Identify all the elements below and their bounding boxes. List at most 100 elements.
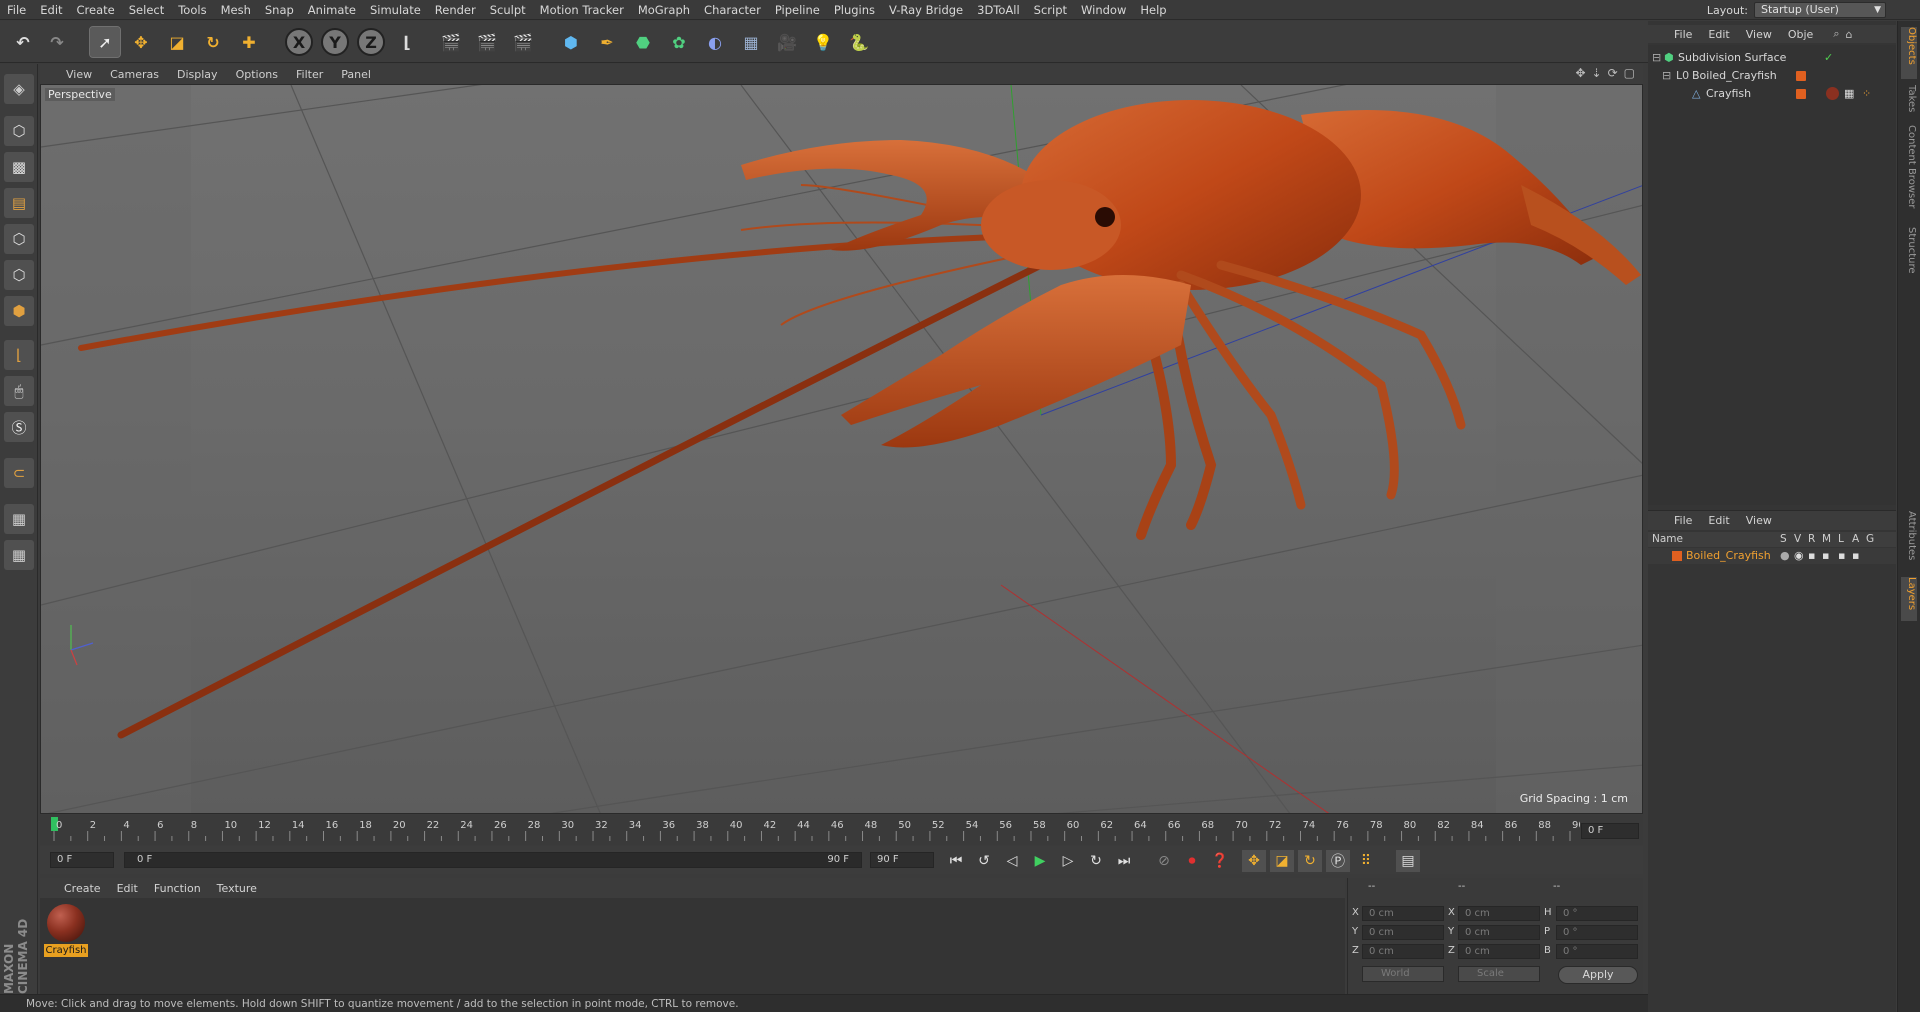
tab-layers[interactable]: Layers [1901,577,1917,621]
pos-x-field[interactable]: 0 cm [1362,906,1444,921]
redo-button[interactable]: ↷ [42,27,72,57]
x-axis-button[interactable]: X [284,27,314,57]
layer-color-dot[interactable] [1796,89,1806,99]
pan-icon[interactable]: ✥ [1575,66,1585,80]
menu-edit[interactable]: Edit [33,0,69,20]
menu-motion-tracker[interactable]: Motion Tracker [533,0,631,20]
menu-animate[interactable]: Animate [301,0,363,20]
tab-attributes[interactable]: Attributes [1901,511,1917,573]
play-button[interactable]: ▶ [1028,850,1052,872]
add-light-button[interactable]: 💡 [808,27,838,57]
viewport-menu-cameras[interactable]: Cameras [108,68,169,81]
next-key-button[interactable]: ↻ [1084,850,1108,872]
crayfish-model[interactable] [78,100,1641,739]
menu-sculpt[interactable]: Sculpt [483,0,533,20]
model-mode-button[interactable]: ⬡ [4,116,34,146]
recent-tool-button[interactable]: ✚ [234,27,264,57]
go-to-start-button[interactable]: ⏮ [944,850,968,872]
texture-mode-button[interactable]: ▩ [4,152,34,182]
viewport-menu-view[interactable]: View [64,68,102,81]
render-settings-button[interactable]: 🎬 [508,27,538,57]
tab-structure[interactable]: Structure [1901,227,1917,287]
layer-col-a[interactable]: A [1852,532,1859,547]
rotate-button[interactable]: ↻ [198,27,228,57]
menu-pipeline[interactable]: Pipeline [768,0,827,20]
coordinate-mode-dropdown[interactable]: World [1362,966,1444,982]
object-row-boiled-crayfish[interactable]: ⊟ L0 Boiled_Crayfish [1648,67,1896,84]
add-camera-button[interactable]: 🎥 [772,27,802,57]
menu-file[interactable]: File [0,0,33,20]
tab-objects[interactable]: Objects [1901,27,1917,79]
layer-col-m[interactable]: M [1822,532,1831,547]
material-menu-texture[interactable]: Texture [217,882,257,895]
keyframe-selection-button[interactable]: ❓ [1208,850,1232,872]
maximize-icon[interactable]: ▢ [1624,66,1635,80]
viewport-menu-display[interactable]: Display [175,68,228,81]
layer-col-v[interactable]: V [1794,532,1801,547]
viewport-menu-filter[interactable]: Filter [294,68,333,81]
coordinate-system-button[interactable]: ⌊ [392,27,422,57]
apply-button[interactable]: Apply [1558,966,1638,984]
expand-icon[interactable]: ⊟ [1652,49,1661,66]
layer-col-r[interactable]: R [1808,532,1815,547]
object-row-crayfish[interactable]: △ Crayfish ▦ ⁘ [1648,85,1896,102]
material-menu-edit[interactable]: Edit [117,882,138,895]
menu-simulate[interactable]: Simulate [363,0,428,20]
undo-button[interactable]: ↶ [8,27,38,57]
lm-menu-view[interactable]: View [1746,514,1772,527]
rot-h-field[interactable]: 0 ° [1556,906,1638,921]
key-point-level-button[interactable]: ⠿ [1354,850,1378,872]
timeline-window-button[interactable]: ▤ [1396,850,1420,872]
workplane-lock-button[interactable]: ▦ [4,504,34,534]
rot-p-field[interactable]: 0 ° [1556,925,1638,940]
menu-create[interactable]: Create [70,0,122,20]
material-menu-create[interactable]: Create [64,882,101,895]
axis-mode-button[interactable]: ⌊ [4,340,34,370]
frame-range-slider[interactable]: 0 F 90 F [124,852,862,868]
layer-color-dot[interactable] [1796,71,1806,81]
record-keys-button[interactable]: ⊘ [1152,850,1176,872]
snap-button[interactable]: Ⓢ [4,412,34,442]
om-menu-file[interactable]: File [1674,28,1692,41]
tweak-mode-button[interactable]: 🖱 [4,376,34,406]
key-position-button[interactable]: ✥ [1242,850,1266,872]
timeline-ruler[interactable]: 0 2 4 6 8 10 12 14 16 18 20 22 24 26 28 30 32 34 36 38 40 42 4… [40,815,1643,845]
texture-tag-icon[interactable]: ▦ [1844,85,1854,102]
workplane-snap-button[interactable]: ▦ [4,540,34,570]
pos-y-field[interactable]: 0 cm [1362,925,1444,940]
menu-help[interactable]: Help [1133,0,1173,20]
polygons-mode-button[interactable]: ⬢ [4,296,34,326]
key-scale-button[interactable]: ◪ [1270,850,1294,872]
size-y-field[interactable]: 0 cm [1458,925,1540,940]
menu-character[interactable]: Character [697,0,768,20]
home-icon[interactable]: ⌂ [1845,28,1852,41]
size-mode-dropdown[interactable]: Scale [1458,966,1540,982]
autokey-button[interactable]: ⏺ [1180,850,1204,872]
end-frame-field[interactable]: 90 F [870,852,934,868]
menu-script[interactable]: Script [1027,0,1074,20]
menu-vray-bridge[interactable]: V-Ray Bridge [882,0,970,20]
perspective-viewport[interactable]: Perspective Grid Spacing : 1 cm [40,84,1643,814]
lm-menu-file[interactable]: File [1674,514,1692,527]
next-frame-button[interactable]: ▷ [1056,850,1080,872]
add-floor-button[interactable]: ▦ [736,27,766,57]
layer-color-swatch[interactable] [1672,551,1682,561]
add-spline-button[interactable]: ✒ [592,27,622,57]
menu-snap[interactable]: Snap [258,0,301,20]
key-parameter-button[interactable]: Ⓟ [1326,850,1350,872]
layer-col-g[interactable]: G [1866,532,1874,547]
edges-mode-button[interactable]: ⬡ [4,260,34,290]
om-menu-objects[interactable]: Obje [1788,28,1813,41]
scale-button[interactable]: ◪ [162,27,192,57]
magnet-button[interactable]: ⊂ [4,458,34,488]
layer-row[interactable]: Boiled_Crayfish ● ◉ ▪ ▪ ▪ ▪ [1648,548,1896,564]
material-tag-icon[interactable] [1826,87,1839,100]
workplane-mode-button[interactable]: ▤ [4,188,34,218]
viewport-camera-label[interactable]: Perspective [45,88,115,101]
lm-menu-edit[interactable]: Edit [1708,514,1729,527]
tab-content-browser[interactable]: Content Browser [1901,125,1917,221]
manager-icon[interactable]: ▪ [1822,548,1829,564]
previous-frame-button[interactable]: ◁ [1000,850,1024,872]
object-row-subdivision[interactable]: ⊟ ⬢ Subdivision Surface ✓ [1648,49,1896,66]
go-to-end-button[interactable]: ⏭ [1112,850,1136,872]
